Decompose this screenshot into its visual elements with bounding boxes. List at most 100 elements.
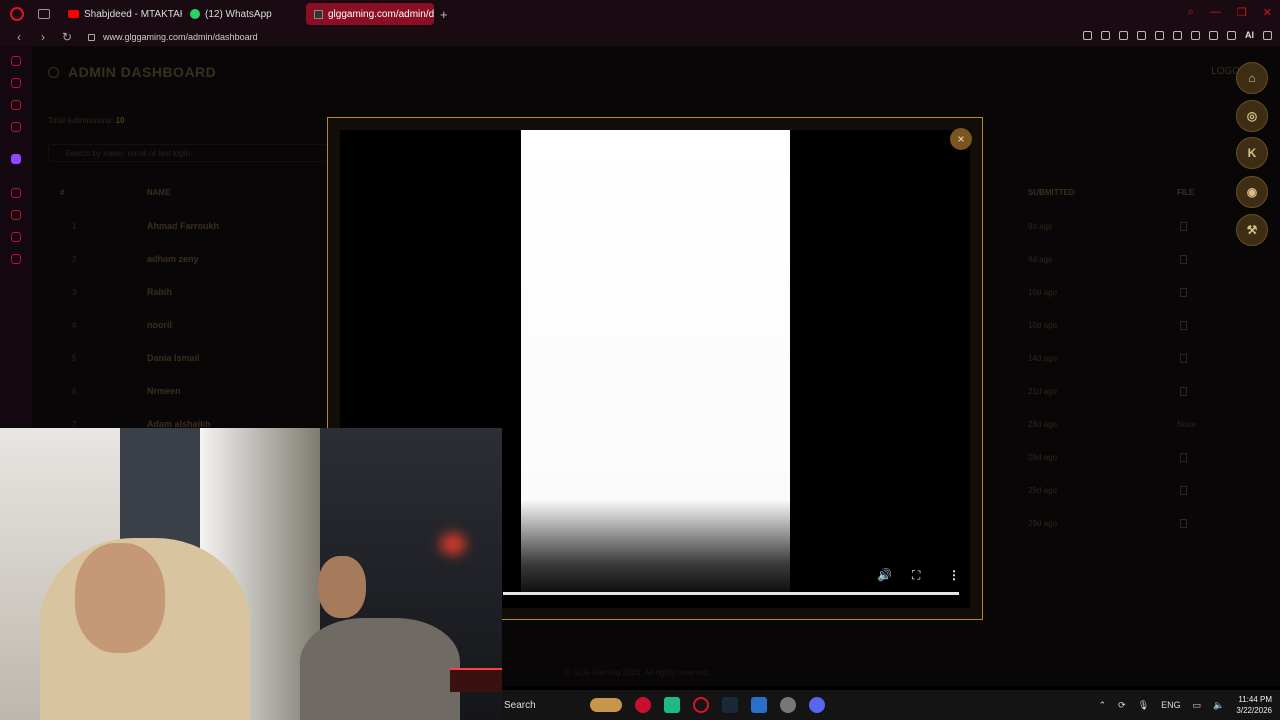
site-icon	[314, 9, 323, 19]
tab-whatsapp[interactable]: (12) WhatsApp	[182, 3, 302, 25]
discord-icon[interactable]: ◉	[1236, 176, 1268, 208]
row-submitted: 9d ago	[1028, 255, 1053, 264]
burger-widget-icon[interactable]	[590, 698, 622, 712]
messenger-icon[interactable]	[11, 100, 21, 110]
row-submitted: 29d ago	[1028, 453, 1057, 462]
history-icon[interactable]	[11, 56, 21, 66]
new-tab-button[interactable]: +	[440, 7, 448, 22]
clock-date: 3/22/2026	[1236, 706, 1272, 715]
url-field[interactable]: www.glggaming.com/admin/dashboard	[103, 32, 258, 42]
app-blue-icon[interactable]	[751, 697, 767, 713]
settings-icon[interactable]	[11, 254, 21, 264]
snapshot-icon[interactable]	[1119, 30, 1128, 40]
pin-icon[interactable]	[1101, 30, 1110, 40]
forward-button[interactable]: ›	[38, 30, 48, 44]
display-icon[interactable]: ▭	[1193, 700, 1202, 711]
heart-icon[interactable]	[1173, 30, 1182, 40]
fullscreen-icon[interactable]: ⛶	[912, 568, 920, 583]
menu-icon[interactable]	[1263, 30, 1272, 40]
row-index: 2	[72, 255, 77, 264]
webcam-person-head	[75, 543, 165, 653]
file-icon[interactable]	[1180, 354, 1187, 363]
more-options-icon[interactable]: ⋮	[948, 568, 960, 582]
total-submissions: Total submissions: 10	[48, 116, 125, 125]
adblock-icon[interactable]	[1137, 30, 1146, 40]
close-modal-button[interactable]: ×	[950, 128, 972, 150]
total-value: 10	[115, 116, 125, 125]
address-bar: ‹ › ↻ www.glggaming.com/admin/dashboard …	[0, 28, 1280, 46]
settings-gear-icon[interactable]	[780, 697, 796, 713]
tab-active-admin[interactable]: glggaming.com/admin/da	[306, 3, 434, 25]
reload-button[interactable]: ↻	[62, 30, 72, 44]
back-button[interactable]: ‹	[14, 30, 24, 44]
row-submitted: 14d ago	[1028, 354, 1057, 363]
volume-icon[interactable]: 🔊	[877, 568, 892, 582]
aria-icon[interactable]	[11, 78, 21, 88]
discord-taskbar-icon[interactable]	[809, 697, 825, 713]
file-icon[interactable]	[1180, 519, 1187, 528]
video-frame[interactable]	[521, 130, 790, 592]
system-tray: ⌃ ⟳ 🎙 ENG ▭ 🔈 11:44 PM 3/22/2026	[1099, 690, 1272, 720]
steam-icon[interactable]	[722, 697, 738, 713]
total-label: Total submissions:	[48, 116, 114, 125]
extensions-icon[interactable]	[1191, 30, 1200, 40]
recent-icon[interactable]	[11, 210, 21, 220]
lock-icon[interactable]	[88, 33, 95, 41]
video-progress-bar[interactable]	[503, 592, 959, 595]
file-icon[interactable]	[1180, 222, 1187, 231]
player-icon[interactable]	[1155, 30, 1164, 40]
tool-icon[interactable]: ⚒	[1236, 214, 1268, 246]
row-submitted: 10d ago	[1028, 321, 1057, 330]
file-icon[interactable]	[1180, 387, 1187, 396]
download-icon[interactable]	[1227, 30, 1236, 40]
row-index: 4	[72, 321, 77, 330]
row-submitted: 29d ago	[1028, 486, 1057, 495]
clock-time: 11:44 PM	[1238, 695, 1272, 704]
search-tabs-icon[interactable]: ⌕	[1188, 6, 1194, 19]
tab-overview-icon[interactable]	[38, 9, 50, 19]
footer-text: © GLG Gaming 2026. All rights reserved.	[565, 668, 711, 677]
close-window-button[interactable]: ✕	[1263, 6, 1272, 19]
row-name: Rabih	[147, 287, 173, 297]
file-icon[interactable]	[1180, 453, 1187, 462]
mic-icon[interactable]: 🎙	[1138, 700, 1149, 711]
profile-icon[interactable]	[1209, 30, 1218, 40]
file-icon[interactable]	[1180, 486, 1187, 495]
tab-label: Shabjdeed - MTAKTAK	[84, 8, 182, 20]
gamepad-icon[interactable]: ◎	[1236, 100, 1268, 132]
file-icon[interactable]	[1180, 321, 1187, 330]
speaker-icon[interactable]: 🔈	[1213, 700, 1224, 711]
row-name: Ahmad Farroukh	[147, 221, 220, 231]
tab-label: (12) WhatsApp	[205, 8, 272, 20]
update-icon[interactable]: ⟳	[1118, 700, 1126, 711]
app-green-icon[interactable]	[664, 697, 680, 713]
app-red-icon[interactable]	[635, 697, 651, 713]
chat-icon[interactable]	[11, 232, 21, 242]
tab-youtube[interactable]: Shabjdeed - MTAKTAK	[60, 3, 182, 25]
kick-icon[interactable]: K	[1236, 137, 1268, 169]
search-input[interactable]: Search by name, email or last login...	[48, 144, 328, 162]
opera-logo-icon[interactable]	[10, 7, 24, 21]
row-submitted: 21d ago	[1028, 387, 1057, 396]
zoom-icon[interactable]	[1083, 30, 1092, 40]
ai-button[interactable]: AI	[1245, 30, 1254, 40]
file-icon[interactable]	[1180, 288, 1187, 297]
row-index: 6	[72, 387, 77, 396]
clock[interactable]: 11:44 PM 3/22/2026	[1236, 694, 1272, 716]
row-submitted: 9d ago	[1028, 222, 1053, 231]
file-icon[interactable]	[1180, 255, 1187, 264]
news-icon[interactable]	[11, 122, 21, 132]
row-submitted: 28d ago	[1028, 420, 1057, 429]
history-clock-icon[interactable]	[11, 188, 21, 198]
home-icon[interactable]: ⌂	[1236, 62, 1268, 94]
browser-tab-bar: Shabjdeed - MTAKTAK (12) WhatsApp glggam…	[0, 0, 1280, 28]
minimize-button[interactable]: —	[1210, 6, 1221, 19]
taskbar-search[interactable]: Search	[504, 700, 584, 711]
maximize-button[interactable]: ❐	[1237, 6, 1247, 19]
opera-taskbar-icon[interactable]	[693, 697, 709, 713]
language-indicator[interactable]: ENG	[1161, 700, 1181, 710]
tab-label: glggaming.com/admin/da	[328, 8, 434, 20]
twitch-icon[interactable]	[11, 154, 21, 164]
chevron-up-icon[interactable]: ⌃	[1099, 700, 1107, 711]
row-submitted: 29d ago	[1028, 519, 1057, 528]
